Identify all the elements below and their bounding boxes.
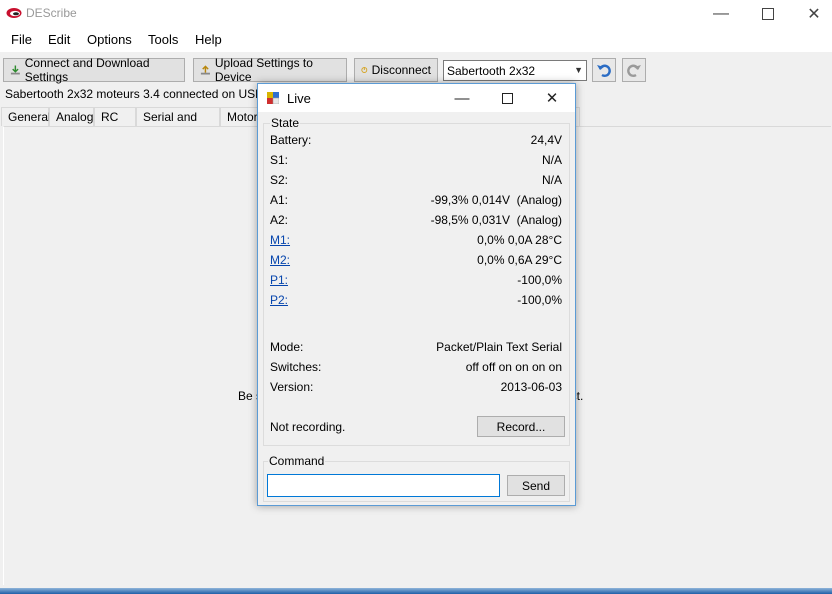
mode-value: Packet/Plain Text Serial (436, 340, 562, 354)
live-close-button[interactable]: ✕ (529, 84, 575, 112)
a1-label: A1: (270, 193, 289, 207)
p2-link[interactable]: P2: (270, 293, 288, 307)
record-button[interactable]: Record... (477, 416, 565, 437)
mode-label: Mode: (270, 340, 304, 354)
device-select-value: Sabertooth 2x32 (447, 63, 536, 78)
taskbar (0, 588, 832, 594)
connect-download-label: Connect and Download Settings (24, 56, 150, 84)
tab-general[interactable]: General (1, 107, 51, 126)
minimize-button[interactable]: — (698, 0, 744, 28)
disconnect-button[interactable]: Disconnect (354, 58, 438, 82)
m2-link[interactable]: M2: (270, 253, 290, 267)
m1-value: 0,0% 0,0A 28°C (477, 233, 562, 247)
a2-label: A2: (270, 213, 289, 227)
s1-value: N/A (541, 153, 562, 167)
maximize-icon (762, 8, 774, 20)
chevron-down-icon: ▼ (574, 65, 583, 75)
menu-help[interactable]: Help (195, 32, 222, 47)
undo-button[interactable] (592, 58, 616, 82)
p2-value: -100,0% (517, 293, 562, 307)
upload-icon (200, 65, 210, 75)
battery-value: 24,4V (530, 133, 562, 147)
live-dialog: Live — ✕ State Battery: 24,4V S1: N/A S2… (257, 83, 576, 506)
state-legend: State (270, 116, 301, 130)
device-select[interactable]: Sabertooth 2x32 ▼ (443, 60, 587, 81)
disconnect-label: Disconnect (371, 63, 431, 77)
redo-icon (627, 64, 641, 77)
tab-serial-usb[interactable]: Serial and USB (136, 107, 220, 138)
close-icon: ✕ (807, 6, 821, 23)
menu-file[interactable]: File (11, 32, 32, 47)
tab-rc[interactable]: RC (94, 107, 136, 126)
send-button[interactable]: Send (507, 475, 565, 496)
switches-value: off off on on on on (465, 360, 562, 374)
upload-settings-label: Upload Settings to Device (214, 56, 313, 84)
live-minimize-button[interactable]: — (439, 84, 485, 112)
close-icon: ✕ (545, 90, 559, 107)
close-button[interactable]: ✕ (791, 0, 832, 28)
recording-status: Not recording. (270, 420, 346, 434)
version-value: 2013-06-03 (500, 380, 562, 394)
live-maximize-button[interactable] (484, 84, 530, 112)
describe-logo-icon (6, 8, 22, 18)
version-label: Version: (270, 380, 314, 394)
menu-edit[interactable]: Edit (48, 32, 70, 47)
undo-icon (597, 64, 611, 77)
redo-button[interactable] (622, 58, 646, 82)
menu-options[interactable]: Options (87, 32, 132, 47)
upload-settings-button[interactable]: Upload Settings to Device (193, 56, 347, 84)
s1-label: S1: (270, 153, 289, 167)
a2-value: -98,5% 0,031V (Analog) (430, 213, 562, 227)
minimize-icon: — (713, 5, 729, 22)
live-window-icon (267, 92, 279, 104)
switches-label: Switches: (270, 360, 322, 374)
app-title: DEScribe (26, 6, 77, 20)
maximize-icon (501, 92, 513, 104)
download-icon (10, 65, 20, 75)
maximize-button[interactable] (745, 0, 791, 28)
m1-link[interactable]: M1: (270, 233, 290, 247)
live-title: Live (287, 91, 311, 106)
m2-value: 0,0% 0,6A 29°C (477, 253, 562, 267)
command-input[interactable] (267, 474, 500, 497)
connection-status: Sabertooth 2x32 moteurs 3.4 connected on… (5, 87, 267, 101)
a1-value: -99,3% 0,014V (Analog) (430, 193, 562, 207)
p1-value: -100,0% (517, 273, 562, 287)
tab-analog[interactable]: Analog (49, 107, 94, 126)
connect-download-button[interactable]: Connect and Download Settings (3, 56, 185, 84)
minimize-icon: — (454, 89, 470, 107)
tab-motor[interactable]: Motor (220, 107, 260, 126)
menu-tools[interactable]: Tools (148, 32, 178, 47)
p1-link[interactable]: P1: (270, 273, 288, 287)
disconnect-icon (361, 67, 368, 73)
battery-label: Battery: (270, 133, 312, 147)
s2-label: S2: (270, 173, 289, 187)
s2-value: N/A (541, 173, 562, 187)
command-legend: Command (268, 454, 326, 468)
